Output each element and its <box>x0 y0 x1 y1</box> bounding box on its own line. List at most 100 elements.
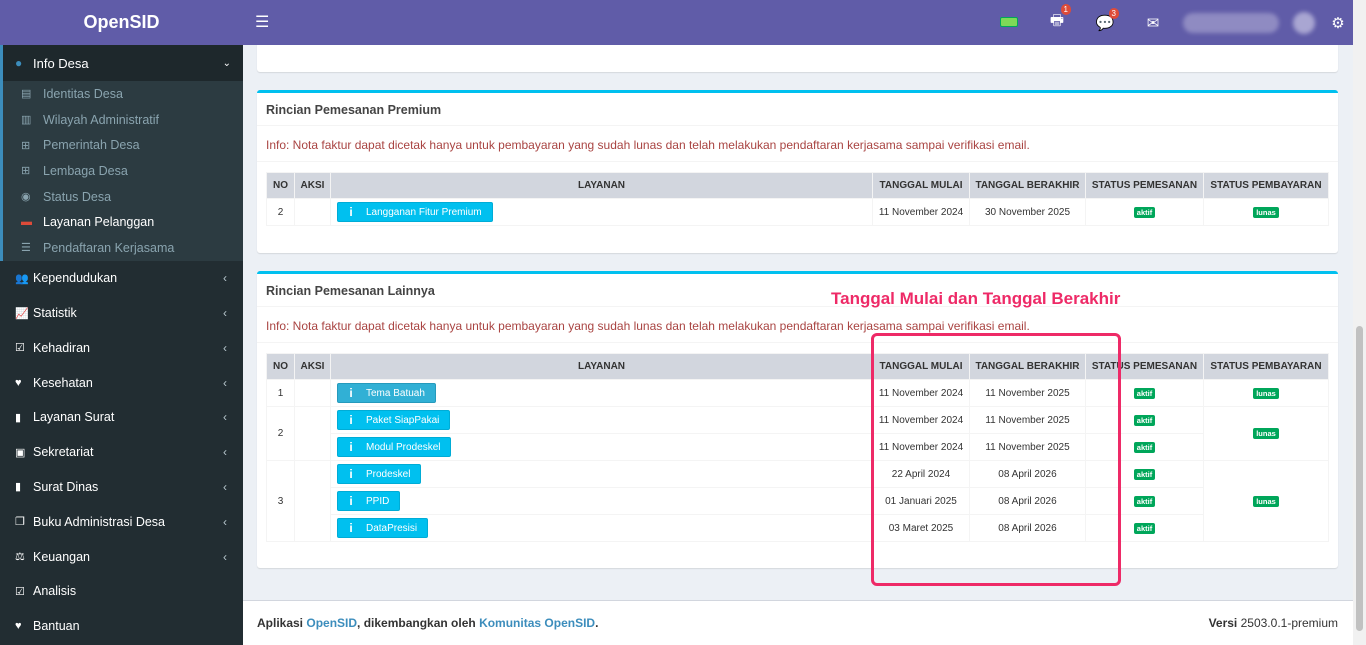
table-row: 2 i Paket SiapPakai 11 November 2024 11 N… <box>266 406 1329 461</box>
sidebar-item-surat-dinas[interactable]: ▮ Surat Dinas ‹ <box>0 470 243 505</box>
sidebar-item-label: Surat Dinas <box>33 479 99 494</box>
sidebar-item-kehadiran[interactable]: ☑ Kehadiran ‹ <box>0 330 243 365</box>
top-navbar: ☰ 🖶 1 💬 3 ✉ ⚙ <box>243 0 1353 45</box>
info-icon: i <box>349 494 353 508</box>
envelope-icon[interactable]: ✉ <box>1129 14 1177 32</box>
credit-card-icon: ▬ <box>21 216 32 229</box>
chat-badge: 3 <box>1108 7 1119 19</box>
col-header: STATUS PEMBAYARAN <box>1203 353 1329 380</box>
sidebar-item-bantuan[interactable]: ♥ Bantuan <box>0 609 243 644</box>
sidebar-item-kependudukan[interactable]: 👥 Kependudukan ‹ <box>0 261 243 296</box>
row-no: 2 <box>266 406 295 461</box>
sidebar-item-label: Keuangan <box>33 549 91 564</box>
info-icon: i <box>349 386 353 400</box>
detail-button[interactable]: i Prodeskel <box>337 464 422 484</box>
scrollbar[interactable] <box>1353 0 1366 645</box>
footer-community-link[interactable]: Komunitas OpenSID <box>479 616 595 630</box>
sitemap-icon: ⊞ <box>21 139 31 152</box>
footer: Aplikasi OpenSID, dikembangkan oleh Komu… <box>243 600 1353 645</box>
row-status-pembayaran: lunas <box>1203 379 1329 407</box>
footer-app-link[interactable]: OpenSID <box>306 616 357 630</box>
status-badge: aktif <box>1133 414 1156 426</box>
col-header: STATUS PEMESANAN <box>1085 172 1204 199</box>
gear-icon[interactable]: ⚙ <box>1323 14 1353 32</box>
sidebar-item-status-desa[interactable]: ◉ Status Desa <box>3 184 243 210</box>
sidebar-item-label: Info Desa <box>33 55 89 71</box>
detail-button[interactable]: i Modul Prodeskel <box>337 437 452 457</box>
sitemap-icon: ⊞ <box>21 165 31 178</box>
box-title: Rincian Pemesanan Lainnya <box>257 274 1338 307</box>
sidebar-item-wilayah[interactable]: ▥ Wilayah Administratif <box>3 107 243 133</box>
sidebar-item-label: Bantuan <box>33 619 80 634</box>
archive-icon: ▣ <box>15 446 26 459</box>
sidebar-item-pendaftaran[interactable]: ☰ Pendaftaran Kerjasama <box>3 235 243 261</box>
chevron-left-icon: ‹ <box>223 340 227 355</box>
col-header: LAYANAN <box>330 353 873 380</box>
col-header: TANGGAL BERAKHIR <box>969 172 1086 199</box>
sidebar-item-layanan-surat[interactable]: ▮ Layanan Surat ‹ <box>0 400 243 435</box>
detail-button[interactable]: i PPID <box>337 491 401 511</box>
footer-credit: Aplikasi OpenSID, dikembangkan oleh Komu… <box>257 616 599 630</box>
annotation-highlight-box <box>871 333 1121 586</box>
battery-icon[interactable] <box>985 14 1033 31</box>
sidebar-item-layanan-pelanggan[interactable]: ▬ Layanan Pelanggan <box>3 209 243 235</box>
sidebar-item-kesehatan[interactable]: ♥ Kesehatan ‹ <box>0 365 243 400</box>
info-icon: i <box>349 467 353 481</box>
row-layanan: i Paket SiapPakai <box>330 406 873 434</box>
sidebar-item-label: Pendaftaran Kerjasama <box>43 240 175 255</box>
chevron-left-icon: ‹ <box>223 306 227 320</box>
line-chart-icon: 📈 <box>15 307 29 320</box>
sidebar-item-sekretariat[interactable]: ▣ Sekretariat ‹ <box>0 435 243 470</box>
comments-icon[interactable]: 💬 3 <box>1081 7 1129 32</box>
premium-table: NO AKSI LAYANAN TANGGAL MULAI TANGGAL BE… <box>266 172 1329 226</box>
sidebar-item-lembaga[interactable]: ⊞ Lembaga Desa <box>3 158 243 184</box>
status-badge: lunas <box>1253 428 1279 439</box>
sidebar: OpenSID ● Info Desa ⌄ ▤ Identitas Desa ▥ W… <box>0 0 243 645</box>
status-badge: aktif <box>1133 495 1156 507</box>
row-tanggal-mulai: 11 November 2024 <box>872 198 970 226</box>
chevron-left-icon: ‹ <box>223 479 227 494</box>
sidebar-item-identitas-desa[interactable]: ▤ Identitas Desa <box>3 81 243 107</box>
submenu: ▤ Identitas Desa ▥ Wilayah Administratif ⊞… <box>3 81 243 261</box>
sidebar-item-info-desa[interactable]: ● Info Desa ⌄ <box>3 45 243 81</box>
info-icon: i <box>349 521 353 535</box>
sidebar-item-statistik[interactable]: 📈 Statistik ‹ <box>0 296 243 331</box>
sidebar-item-label: Wilayah Administratif <box>43 112 160 127</box>
sidebar-item-label: Layanan Surat <box>33 410 115 425</box>
detail-button[interactable]: i Paket SiapPakai <box>337 410 451 430</box>
book-icon: ▮ <box>15 481 22 494</box>
user-menu[interactable] <box>1183 12 1279 33</box>
print-icon[interactable]: 🖶 1 <box>1033 4 1081 35</box>
hamburger-menu-icon[interactable]: ☰ <box>255 12 269 32</box>
navbar-icons: 🖶 1 💬 3 ✉ ⚙ <box>985 0 1353 45</box>
detail-button[interactable]: i Langganan Fitur Premium <box>337 202 493 222</box>
brand-logo[interactable]: OpenSID <box>0 0 243 45</box>
users-icon: 👥 <box>15 272 29 285</box>
sidebar-item-keuangan[interactable]: ⚖ Keuangan ‹ <box>0 539 243 574</box>
status-badge: lunas <box>1253 387 1279 399</box>
avatar[interactable] <box>1293 11 1315 34</box>
row-layanan: i DataPresisi <box>330 514 873 542</box>
sidebar-item-label: Kesehatan <box>33 375 93 390</box>
sidebar-item-label: Layanan Pelanggan <box>43 215 155 230</box>
status-badge: aktif <box>1133 468 1156 480</box>
sidebar-item-analisis[interactable]: ☑ Analisis <box>0 574 243 609</box>
sidebar-item-pemerintah[interactable]: ⊞ Pemerintah Desa <box>3 132 243 158</box>
list-icon: ☰ <box>21 242 31 255</box>
chevron-left-icon: ‹ <box>223 514 227 529</box>
top-box <box>257 45 1338 72</box>
sidebar-item-buku-administrasi[interactable]: ❐ Buku Administrasi Desa ‹ <box>0 504 243 539</box>
scrollbar-thumb[interactable] <box>1356 326 1363 631</box>
dot-circle-icon: ◉ <box>21 191 31 204</box>
detail-button[interactable]: i DataPresisi <box>337 518 429 538</box>
detail-button[interactable]: i Tema Batuah <box>337 383 436 403</box>
status-badge: aktif <box>1133 387 1156 399</box>
row-layanan: i Prodeskel <box>330 460 873 488</box>
row-no: 1 <box>266 379 295 407</box>
row-aksi <box>294 406 331 461</box>
row-no: 3 <box>266 460 295 542</box>
row-aksi <box>294 460 331 542</box>
box-title: Rincian Pemesanan Premium <box>257 93 1338 126</box>
table-header: NO AKSI LAYANAN TANGGAL MULAI TANGGAL BE… <box>266 172 1329 199</box>
table-row: i PPID 01 Januari 2025 08 April 2026 akti… <box>267 487 1329 515</box>
